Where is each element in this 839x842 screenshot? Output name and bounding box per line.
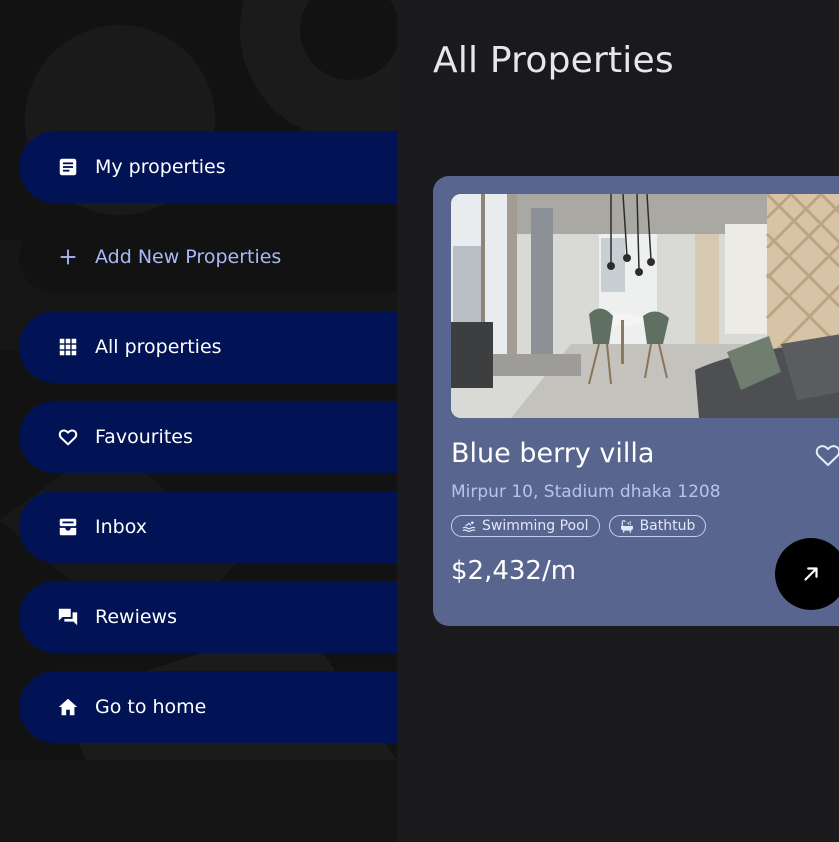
- sidebar-item-reviews[interactable]: Rewiews: [19, 581, 397, 653]
- sidebar-item-label: Favourites: [95, 426, 193, 448]
- chat-bubbles-icon: [57, 606, 79, 628]
- property-photo: [451, 194, 839, 418]
- main-content: All Properties Blue berry villa Mirpur 1…: [397, 0, 839, 842]
- arrow-up-right-icon: [804, 567, 818, 581]
- property-name: Blue berry villa: [451, 438, 655, 469]
- sidebar-item-label: My properties: [95, 156, 226, 178]
- amenity-label: Swimming Pool: [482, 518, 589, 534]
- sidebar-item-inbox[interactable]: Inbox: [19, 491, 397, 563]
- amenity-label: Bathtub: [639, 518, 696, 534]
- swimming-icon: [461, 518, 477, 534]
- property-card[interactable]: Blue berry villa Mirpur 10, Stadium dhak…: [433, 176, 839, 626]
- sidebar-item-label: Go to home: [95, 696, 207, 718]
- sidebar-item-label: All properties: [95, 336, 222, 358]
- amenity-tags: Swimming Pool Bathtub: [451, 515, 707, 537]
- page-title: All Properties: [433, 40, 674, 81]
- inbox-icon: [57, 516, 79, 538]
- sidebar-item-go-to-home[interactable]: Go to home: [19, 671, 397, 743]
- sidebar-item-label: Rewiews: [95, 606, 177, 628]
- heart-icon: [57, 426, 79, 448]
- grid-icon: [57, 336, 79, 358]
- sidebar-item-label: Add New Properties: [95, 246, 282, 268]
- sidebar-item-all-properties[interactable]: All properties: [19, 311, 397, 383]
- sidebar-item-label: Inbox: [95, 516, 147, 538]
- sidebar-item-favourites[interactable]: Favourites: [19, 401, 397, 473]
- app-root: My properties Add New Properties All pro…: [0, 0, 839, 842]
- open-property-button[interactable]: [775, 538, 839, 610]
- sidebar-item-my-properties[interactable]: My properties: [19, 131, 397, 203]
- sidebar: My properties Add New Properties All pro…: [0, 0, 397, 842]
- bathtub-icon: [619, 518, 635, 534]
- property-price: $2,432/m: [451, 556, 577, 586]
- sidebar-item-add-new-properties[interactable]: Add New Properties: [19, 221, 397, 293]
- document-list-icon: [57, 156, 79, 178]
- home-icon: [57, 696, 79, 718]
- favourite-heart-icon[interactable]: [813, 440, 839, 470]
- property-address: Mirpur 10, Stadium dhaka 1208: [451, 482, 721, 502]
- plus-icon: [57, 246, 79, 268]
- amenity-tag-bathtub: Bathtub: [608, 515, 707, 537]
- amenity-tag-swimming-pool: Swimming Pool: [451, 515, 600, 537]
